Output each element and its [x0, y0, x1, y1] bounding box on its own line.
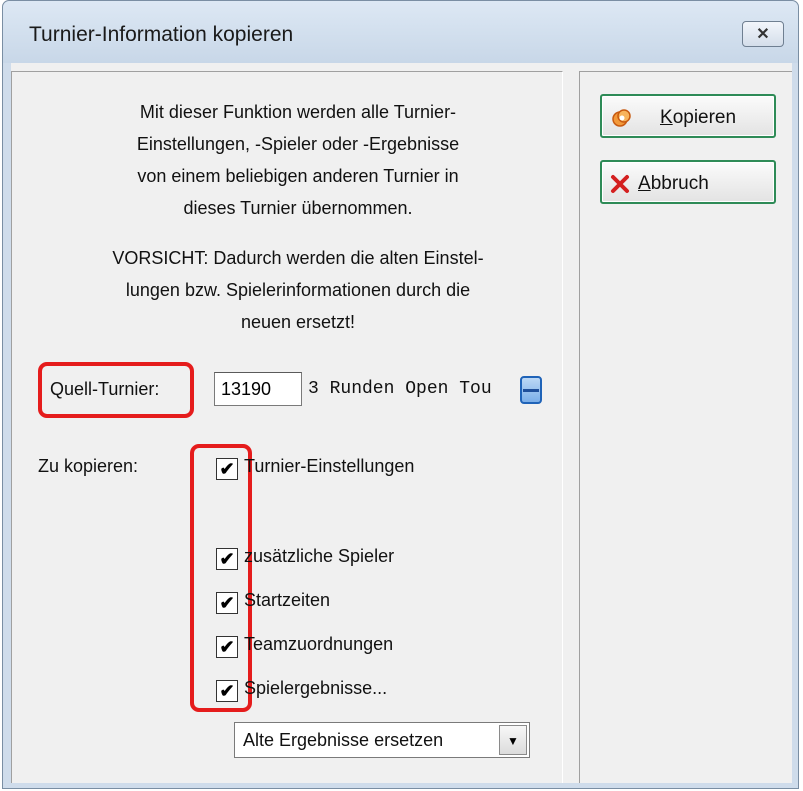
window-title: Turnier-Information kopieren	[29, 23, 294, 46]
warning-line: neuen ersetzt!	[240, 312, 356, 332]
copy-icon	[612, 109, 631, 127]
source-tournament-label: Quell-Turnier:	[50, 379, 160, 399]
close-button[interactable]: ✕	[742, 21, 784, 47]
warning-text: VORSICHT: Dadurch werden die alten Einst…	[38, 242, 558, 338]
copy-button-label: Kopieren	[660, 107, 737, 128]
checkbox-label: Teamzuordnungen	[244, 634, 394, 654]
copy-label: Zu kopieren:	[38, 456, 139, 476]
close-icon: ✕	[756, 26, 770, 43]
abort-button[interactable]: Abbruch	[600, 160, 776, 204]
info-line: von einem beliebigen anderen Turnier in	[137, 166, 459, 186]
highlight-checkboxes	[190, 444, 252, 712]
info-line: Mit dieser Funktion werden alle Turnier-	[139, 102, 457, 122]
title-bar[interactable]: Turnier-Information kopieren ✕	[3, 1, 798, 63]
checkbox-turnier-einstellungen[interactable]: ✔	[216, 458, 238, 480]
chevron-down-icon[interactable]: ▼	[499, 725, 527, 755]
source-tournament-input[interactable]: 13190	[214, 372, 302, 406]
tournament-picker-icon[interactable]	[520, 376, 542, 404]
checkbox-label: zusätzliche Spieler	[244, 546, 395, 566]
results-mode-select[interactable]: Alte Ergebnisse ersetzen ▼	[234, 722, 530, 758]
source-tournament-name: 3 Runden Open Tou	[308, 379, 492, 399]
checkbox-startzeiten[interactable]: ✔	[216, 592, 238, 614]
info-text: Mit dieser Funktion werden alle Turnier-…	[38, 96, 558, 224]
actions-panel: Kopieren Abbruch	[579, 71, 792, 783]
checkbox-teamzuordnungen[interactable]: ✔	[216, 636, 238, 658]
dialog-window: Turnier-Information kopieren ✕ Mit diese…	[2, 0, 799, 789]
checkbox-label: Startzeiten	[244, 590, 331, 610]
cancel-icon	[611, 175, 629, 193]
results-mode-value: Alte Ergebnisse ersetzen	[243, 730, 444, 750]
checkbox-zusaetzliche-spieler[interactable]: ✔	[216, 548, 238, 570]
warning-line: lungen bzw. Spielerinformationen durch d…	[125, 280, 471, 300]
checkbox-label: Spielergebnisse...	[244, 678, 388, 698]
copy-button[interactable]: Kopieren	[600, 94, 776, 138]
checkbox-label: Turnier-Einstellungen	[244, 456, 415, 476]
info-line: dieses Turnier übernommen.	[183, 198, 413, 218]
warning-line: VORSICHT: Dadurch werden die alten Einst…	[112, 248, 484, 268]
checkbox-spielergebnisse[interactable]: ✔	[216, 680, 238, 702]
settings-panel: Mit dieser Funktion werden alle Turnier-…	[11, 71, 563, 783]
abort-button-label: Abbruch	[638, 173, 709, 194]
info-line: Einstellungen, -Spieler oder -Ergebnisse	[136, 134, 460, 154]
dialog-body: Mit dieser Funktion werden alle Turnier-…	[11, 63, 792, 783]
